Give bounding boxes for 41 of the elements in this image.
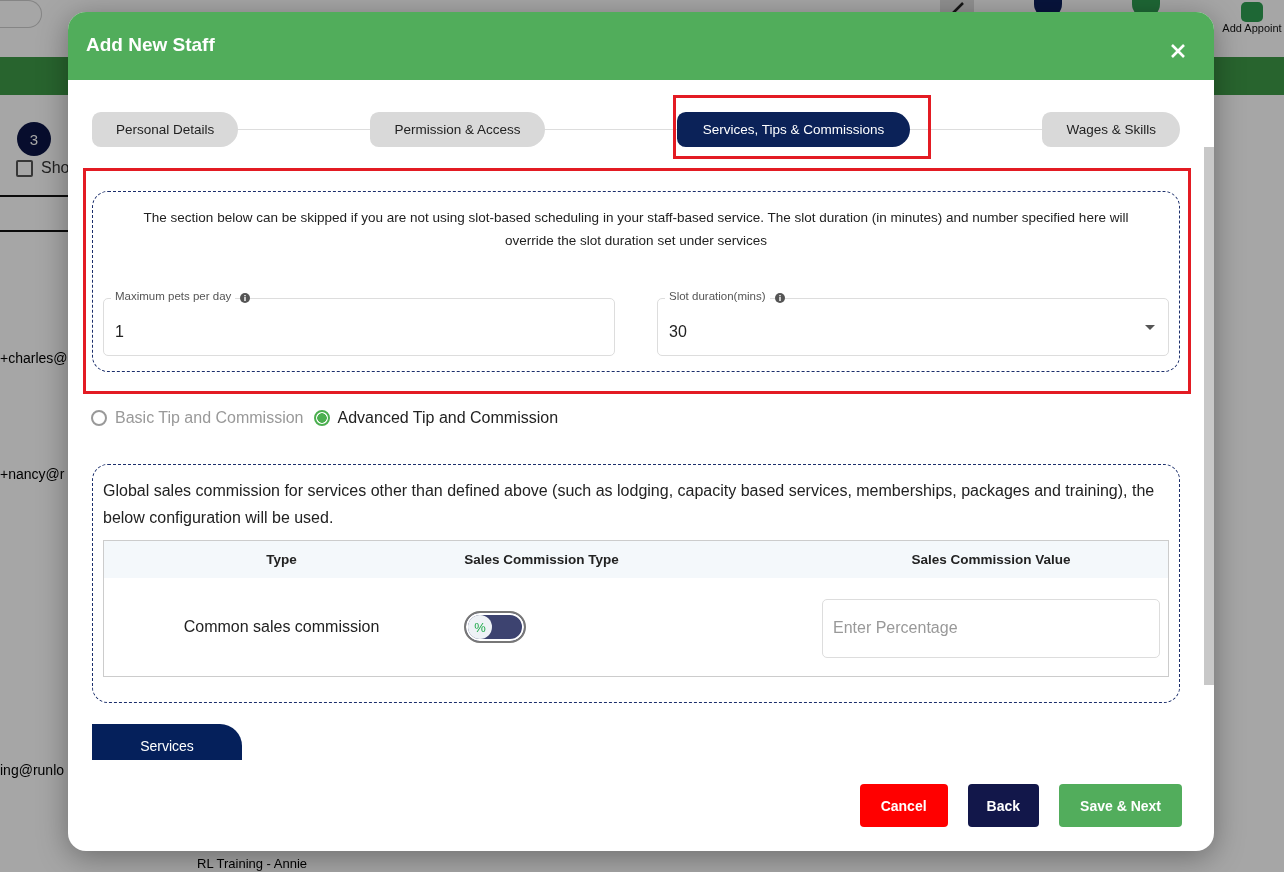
section-tab[interactable]: Services — [92, 724, 242, 760]
list-item: RL Training - Annie — [197, 856, 308, 871]
email-text: +nancy@r — [0, 466, 65, 482]
info-icon — [775, 293, 785, 303]
step-badge: 3 — [17, 122, 51, 156]
back-button[interactable]: Back — [967, 784, 1040, 827]
radio-icon[interactable] — [91, 410, 107, 426]
dialog-title: Add New Staff — [86, 34, 215, 56]
email-text: ing@runlo — [0, 762, 65, 778]
field-label: Maximum pets per day — [111, 290, 236, 302]
email-text: +charles@ — [0, 350, 68, 366]
radio-label: Basic Tip and Commission — [115, 409, 304, 427]
step-tab[interactable]: Personal Details — [92, 112, 239, 147]
field-value: 30 — [669, 323, 687, 341]
checkbox-label: Sho — [41, 159, 70, 177]
radio-label: Advanced Tip and Commission — [337, 409, 559, 427]
radio-option[interactable]: Advanced Tip and Commission — [313, 408, 559, 428]
step-tab[interactable]: Services, Tips & Commissions — [676, 112, 911, 147]
table-cell-text: Common sales commission — [182, 618, 381, 636]
column-header: Sales Commission Value — [910, 552, 1072, 567]
cancel-button[interactable]: Cancel — [859, 784, 948, 827]
info-icon — [240, 293, 250, 303]
add-appointment-label[interactable]: Add Appoint — [1222, 22, 1282, 34]
field-value: 1 — [115, 323, 124, 341]
column-header: Type — [265, 552, 298, 567]
step-tab[interactable]: Wages & Skills — [1042, 112, 1180, 147]
section-note: The section below can be skipped if you are not using slot-based scheduling in your staff-based service. The slot duration (in minutes) and number specified here will override the slot duration set under services — [142, 209, 1130, 250]
radio-icon[interactable] — [313, 410, 330, 426]
close-icon[interactable] — [1170, 43, 1186, 59]
scrollbar[interactable] — [1204, 147, 1214, 685]
calendar-icon[interactable] — [1239, 0, 1265, 22]
column-header: Sales Commission Type — [463, 552, 620, 567]
input-field[interactable]: Maximum pets per day 1 — [103, 290, 615, 356]
section-note: Global sales commission for services other than defined above (such as lodging, capacity based services, memberships, packages and training), the below configuration will be used. — [103, 481, 1156, 528]
input-field[interactable]: Enter Percentage — [822, 598, 1160, 658]
field-label: Slot duration(mins) — [665, 290, 770, 302]
select-field[interactable]: Slot duration(mins) 30 — [657, 290, 1169, 356]
step-tab[interactable]: Permission & Access — [370, 112, 545, 147]
toggle-knob: % — [468, 615, 492, 639]
checkbox[interactable] — [16, 159, 33, 177]
caret-icon — [1145, 325, 1155, 330]
